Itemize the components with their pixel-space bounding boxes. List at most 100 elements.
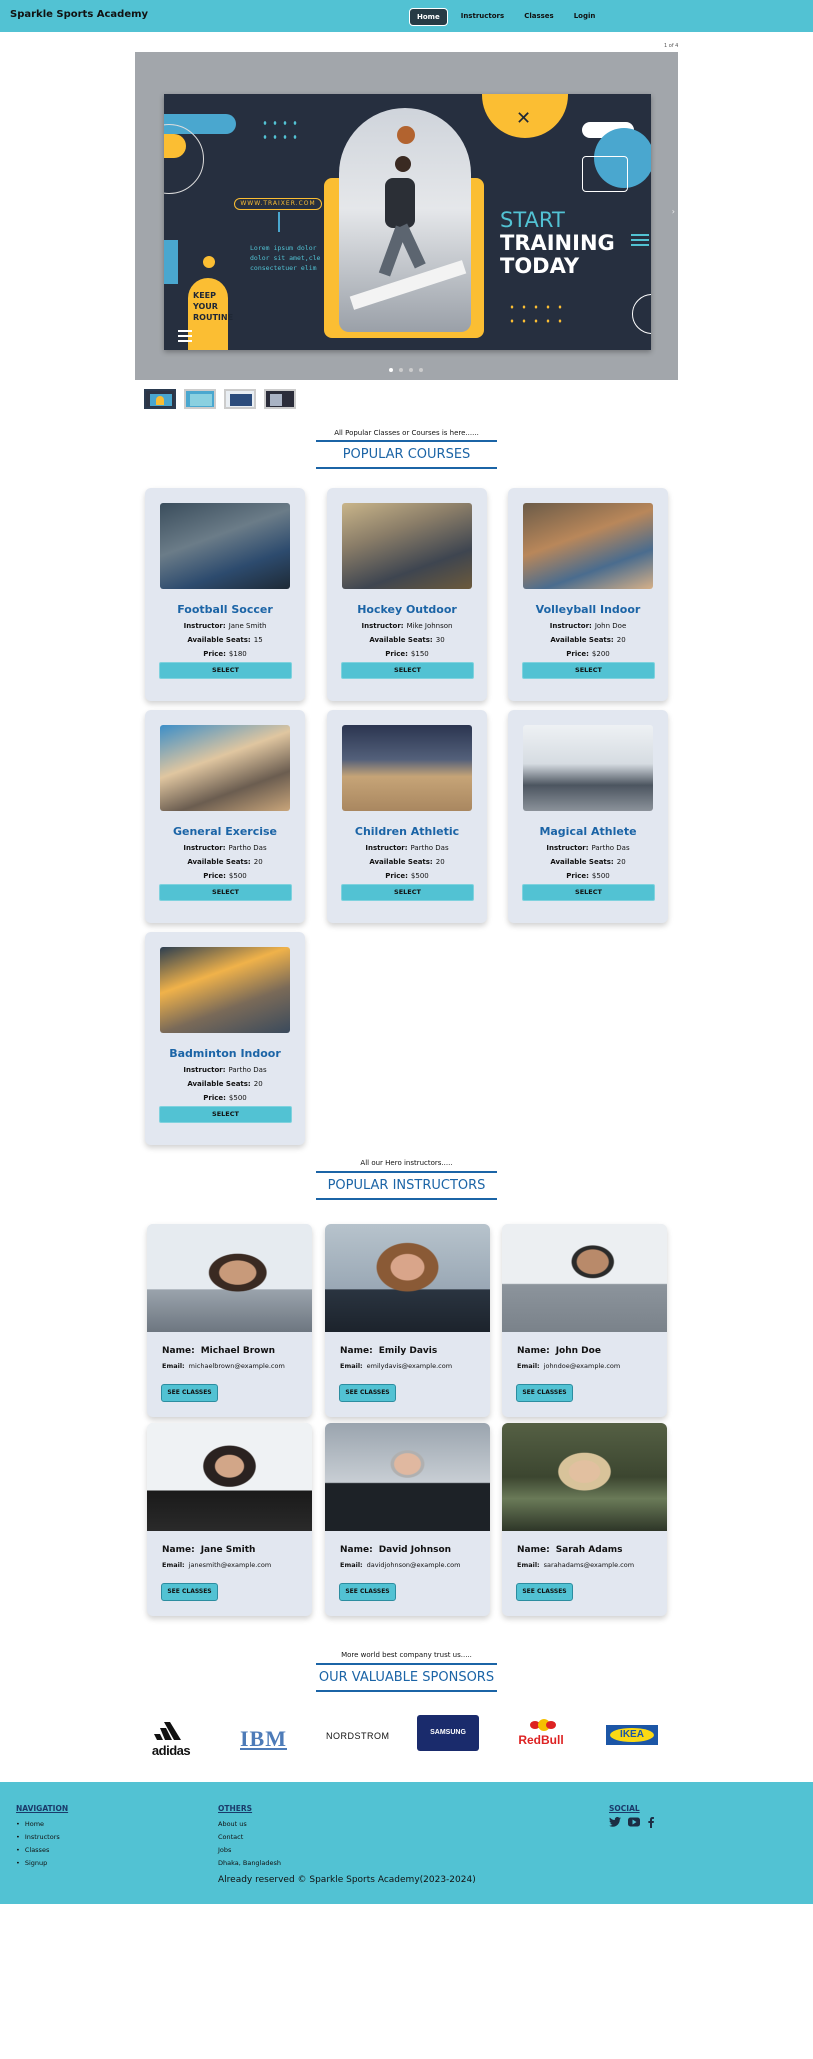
course-card: Volleyball Indoor Instructor: John Doe Av… xyxy=(508,488,668,701)
select-button[interactable]: SELECT xyxy=(159,662,292,679)
slide-thumbnail[interactable] xyxy=(184,389,216,409)
footer-link-about[interactable]: About us xyxy=(218,1820,281,1828)
course-image xyxy=(342,503,472,589)
course-price: Price: $150 xyxy=(327,650,487,658)
nav-classes[interactable]: Classes xyxy=(517,8,561,26)
name-value: John Doe xyxy=(555,1346,601,1356)
select-button[interactable]: SELECT xyxy=(159,1106,292,1123)
copyright-text: Already reserved © Sparkle Sports Academ… xyxy=(218,1875,476,1885)
next-slide-arrow[interactable]: › xyxy=(672,207,675,216)
adidas-logo[interactable]: adidas xyxy=(148,1722,194,1758)
footer-link-jobs[interactable]: Jobs xyxy=(218,1846,281,1854)
name-label: Name: xyxy=(162,1346,195,1356)
pill-line xyxy=(278,212,280,232)
samsung-logo[interactable]: SAMSUNG xyxy=(417,1715,479,1751)
lorem-line: consectetuer elim xyxy=(250,264,317,272)
instructor-email: Email: johndoe@example.com xyxy=(517,1362,620,1370)
slider-dot[interactable] xyxy=(399,368,403,372)
select-button[interactable]: SELECT xyxy=(159,884,292,901)
instructor-email: Email: janesmith@example.com xyxy=(162,1561,271,1569)
seats-value: 20 xyxy=(616,858,626,866)
name-label: Name: xyxy=(162,1545,195,1555)
today-text: TODAY xyxy=(500,254,580,278)
outline-circle-right xyxy=(632,294,651,334)
price-label: Price: xyxy=(385,872,408,880)
seats-label: Available Seats: xyxy=(550,636,614,644)
select-button[interactable]: SELECT xyxy=(341,884,474,901)
select-button[interactable]: SELECT xyxy=(341,662,474,679)
slider-dot[interactable] xyxy=(389,368,393,372)
name-value: Sarah Adams xyxy=(555,1545,623,1555)
youtube-icon[interactable] xyxy=(628,1817,640,1827)
instructor-value: John Doe xyxy=(594,622,627,630)
slider-dot[interactable] xyxy=(409,368,413,372)
course-seats: Available Seats: 20 xyxy=(508,636,668,644)
course-title: Magical Athlete xyxy=(539,825,637,838)
footer-link-contact[interactable]: Contact xyxy=(218,1833,281,1841)
nav-menu: Home Instructors Classes Login xyxy=(409,8,602,26)
email-label: Email: xyxy=(517,1362,540,1370)
close-x-icon: ✕ xyxy=(516,108,532,129)
redbull-logo[interactable]: RedBull xyxy=(516,1719,566,1747)
see-classes-button[interactable]: SEE CLASSES xyxy=(161,1384,218,1402)
email-label: Email: xyxy=(340,1362,363,1370)
name-label: Name: xyxy=(517,1346,550,1356)
menu-lines-icon xyxy=(178,330,192,342)
instructor-photo xyxy=(147,1224,312,1332)
instructor-photo xyxy=(502,1423,667,1531)
hero-carousel[interactable]: WWW.TRAIXER.COM Lorem ipsum dolor dolor … xyxy=(135,52,678,380)
ikea-logo[interactable]: IKEA xyxy=(606,1725,658,1745)
instructor-label: Instructor: xyxy=(183,622,226,630)
footer-nav-list: Home Instructors Classes Signup xyxy=(16,1820,60,1872)
footer-link-classes[interactable]: Classes xyxy=(16,1846,60,1854)
twitter-icon[interactable] xyxy=(609,1817,621,1827)
name-value: Emily Davis xyxy=(378,1346,438,1356)
price-label: Price: xyxy=(203,1094,226,1102)
course-image xyxy=(160,503,290,589)
instructor-name: Name: David Johnson xyxy=(340,1545,457,1555)
footer-link-home[interactable]: Home xyxy=(16,1820,60,1828)
slide-thumbnail[interactable] xyxy=(144,389,176,409)
course-instructor: Instructor: Partho Das xyxy=(508,844,668,852)
see-classes-button[interactable]: SEE CLASSES xyxy=(161,1583,218,1601)
see-classes-button[interactable]: SEE CLASSES xyxy=(339,1583,396,1601)
brand-logo[interactable]: Sparkle Sports Academy xyxy=(10,9,148,20)
start-text: START xyxy=(500,208,565,232)
bull-icon xyxy=(516,1719,566,1733)
course-image xyxy=(160,725,290,811)
price-value: $180 xyxy=(228,650,247,658)
hero-banner: WWW.TRAIXER.COM Lorem ipsum dolor dolor … xyxy=(164,94,651,350)
footer-link-instructors[interactable]: Instructors xyxy=(16,1833,60,1841)
menu-lines-icon xyxy=(631,234,649,246)
course-seats: Available Seats: 15 xyxy=(145,636,305,644)
instructor-photo xyxy=(147,1423,312,1531)
ibm-logo[interactable]: IBM xyxy=(240,1726,287,1752)
ikea-wordmark: IKEA xyxy=(610,1728,654,1742)
facebook-icon[interactable] xyxy=(647,1817,655,1828)
slide-thumbnail[interactable] xyxy=(224,389,256,409)
select-button[interactable]: SELECT xyxy=(522,662,655,679)
price-value: $150 xyxy=(410,650,429,658)
select-button[interactable]: SELECT xyxy=(522,884,655,901)
footer-link-signup[interactable]: Signup xyxy=(16,1859,60,1867)
course-instructor: Instructor: Partho Das xyxy=(145,1066,305,1074)
course-card: Badminton Indoor Instructor: Partho Das A… xyxy=(145,932,305,1145)
slider-dot[interactable] xyxy=(419,368,423,372)
course-title: Children Athletic xyxy=(354,825,460,838)
nav-login[interactable]: Login xyxy=(567,8,603,26)
see-classes-button[interactable]: SEE CLASSES xyxy=(516,1583,573,1601)
course-instructor: Instructor: Partho Das xyxy=(145,844,305,852)
instructor-value: Partho Das xyxy=(591,844,630,852)
see-classes-button[interactable]: SEE CLASSES xyxy=(516,1384,573,1402)
slide-thumbnail[interactable] xyxy=(264,389,296,409)
instructor-name: Name: Michael Brown xyxy=(162,1346,281,1356)
keep-line: KEEP xyxy=(193,291,216,300)
nav-instructors[interactable]: Instructors xyxy=(454,8,511,26)
email-value: emilydavis@example.com xyxy=(366,1362,453,1370)
course-seats: Available Seats: 20 xyxy=(145,1080,305,1088)
see-classes-button[interactable]: SEE CLASSES xyxy=(339,1384,396,1402)
nav-home[interactable]: Home xyxy=(409,8,448,26)
course-title: Hockey Outdoor xyxy=(357,603,457,616)
nordstrom-logo[interactable]: NORDSTROM xyxy=(326,1731,390,1741)
price-label: Price: xyxy=(203,650,226,658)
